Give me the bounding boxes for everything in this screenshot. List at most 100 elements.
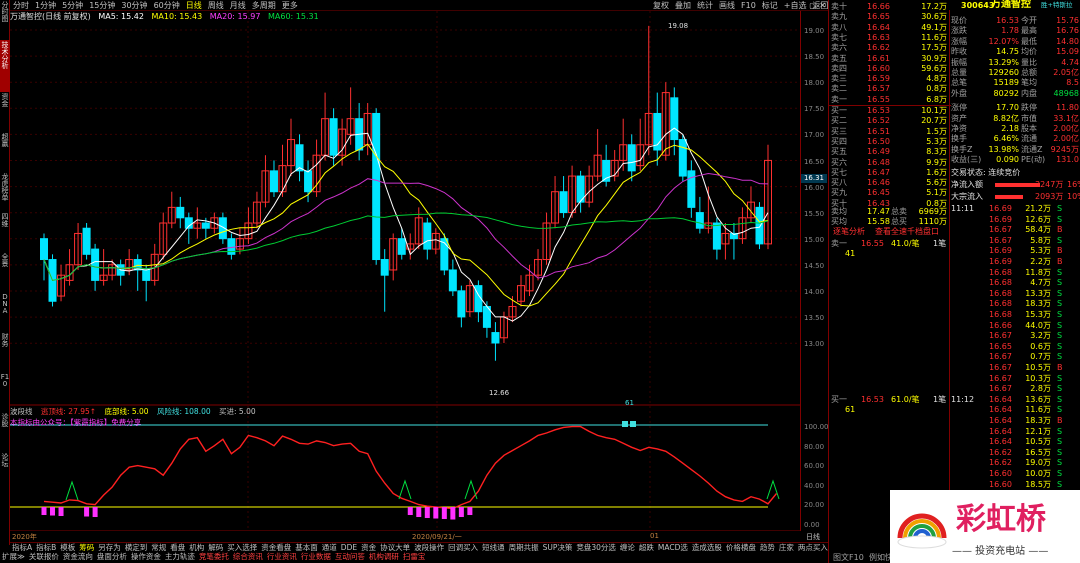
top-menu-5[interactable]: 标记	[759, 0, 781, 11]
indicator-tab-7[interactable]: 看盘	[168, 543, 187, 552]
period-tab-10[interactable]: 更多	[279, 0, 301, 11]
period-tab-6[interactable]: 日线	[183, 0, 205, 11]
left-tool-0[interactable]: 分时图	[0, 0, 10, 40]
indicator-tab-5[interactable]: 横定到	[123, 543, 150, 552]
left-tool-7[interactable]: DNA	[0, 292, 10, 332]
indicator-tab-8[interactable]: 机构	[187, 543, 206, 552]
ext-tab-9[interactable]: 行业数据	[299, 552, 333, 562]
stat-val2-13: 131.0	[1056, 155, 1079, 165]
period-tab-8[interactable]: 月线	[227, 0, 249, 11]
indicator-tab-15[interactable]: 资金	[359, 543, 378, 552]
left-tool-11[interactable]: 论坛	[0, 452, 10, 492]
period-tab-0[interactable]: 分时	[10, 0, 32, 11]
top-menu-0[interactable]: 复权	[650, 0, 672, 11]
indicator-tab-16[interactable]: 协议大单	[378, 543, 412, 552]
sell-label-5: 卖五	[831, 53, 847, 63]
indicator-tab-13[interactable]: 通道	[320, 543, 339, 552]
indicator-tab-26[interactable]: 造成选股	[690, 543, 724, 552]
candle-40	[380, 249, 389, 312]
indicator-tab-9[interactable]: 解码	[206, 543, 225, 552]
left-tool-4[interactable]: 龙虎榜单	[0, 172, 10, 212]
stat-val2-11: 2.00亿	[1053, 134, 1079, 144]
ext-tab-8[interactable]: 行业资讯	[265, 552, 299, 562]
left-tool-8[interactable]: 财务	[0, 332, 10, 372]
ext-tab-12[interactable]: 扫雷宝	[401, 552, 428, 562]
ext-tab-3[interactable]: 盘面分析	[95, 552, 129, 562]
ext-tab-5[interactable]: 主力轨迹	[163, 552, 197, 562]
left-tool-2[interactable]: 资金	[0, 92, 10, 132]
sell-one-sub: 41	[845, 249, 856, 258]
indicator-tab-28[interactable]: 趋势	[758, 543, 777, 552]
candle-53	[491, 322, 500, 361]
indicator-tab-30[interactable]: 两点买入	[796, 543, 828, 552]
tick-vol-8: 13.3万	[1025, 288, 1051, 298]
sell-label-3: 卖七	[831, 32, 847, 42]
tick-vol-4: 5.3万	[1030, 246, 1051, 256]
flow-bar-1	[995, 195, 1023, 199]
ext-tab-10[interactable]: 互动问答	[333, 552, 367, 562]
indicator-tab-14[interactable]: DDE	[339, 543, 359, 552]
stat-val2-0: 15.76	[1056, 16, 1079, 25]
tick-vol-20: 18.3万	[1025, 416, 1051, 425]
indicator-tab-19[interactable]: 短线通	[480, 543, 507, 552]
period-tab-3[interactable]: 15分钟	[86, 0, 118, 11]
indicator-tab-29[interactable]: 庄家	[777, 543, 796, 552]
tick-analysis-link[interactable]: 逐笔分析	[833, 227, 865, 237]
candle-33	[321, 92, 330, 161]
ext-tab-11[interactable]: 机构调研	[367, 552, 401, 562]
ext-tab-6[interactable]: 竞笔委托	[197, 552, 231, 562]
indicator-tab-21[interactable]: SUP决策	[541, 543, 575, 552]
low-bar-50	[467, 507, 473, 516]
tick-vol-14: 0.7万	[1030, 352, 1051, 362]
ext-tab-4[interactable]: 操作资金	[129, 552, 163, 562]
top-menu-1[interactable]: 叠加	[672, 0, 694, 11]
left-tool-10[interactable]: 诊股	[0, 412, 10, 452]
ext-tab-7[interactable]: 综合资讯	[231, 552, 265, 562]
indicator-tab-25[interactable]: MACD选	[656, 543, 690, 552]
period-tab-1[interactable]: 1分钟	[32, 0, 59, 11]
stat-label2-9: 市值	[1021, 113, 1037, 123]
depth-link[interactable]: 查看全速千档盘口	[875, 227, 939, 237]
indicator-tab-0[interactable]: 指标A	[10, 543, 34, 552]
period-tab-9[interactable]: 多周期	[249, 0, 279, 11]
left-tool-5[interactable]: 四维	[0, 212, 10, 252]
indicator-tab-2[interactable]: 模板	[58, 543, 77, 552]
tick-price-11: 16.66	[989, 320, 1012, 330]
top-menu-6[interactable]: +自选	[781, 0, 810, 11]
indicator-tab-24[interactable]: 超跌	[637, 543, 656, 552]
indicator-tab-22[interactable]: 竞盘30分选	[574, 543, 618, 552]
indicator-tab-11[interactable]: 资金看盘	[259, 543, 293, 552]
left-tool-9[interactable]: F10	[0, 372, 10, 412]
indicator-tab-12[interactable]: 基本面	[293, 543, 320, 552]
tick-price-3: 16.67	[989, 235, 1012, 245]
indicator-tab-4[interactable]: 另存为	[96, 543, 123, 552]
top-menu-3[interactable]: 画线	[716, 0, 738, 11]
indicator-tab-10[interactable]: 买入选择	[225, 543, 259, 552]
ext-tab-2[interactable]: 资金流向	[61, 552, 95, 562]
left-tool-1[interactable]: 技术分析	[0, 40, 10, 92]
period-tab-7[interactable]: 周线	[205, 0, 227, 11]
period-tab-2[interactable]: 5分钟	[59, 0, 86, 11]
indicator-tab-17[interactable]: 波段操作	[412, 543, 446, 552]
indicator-tab-20[interactable]: 周期共振	[507, 543, 541, 552]
indicator-tab-27[interactable]: 价格横盘	[724, 543, 758, 552]
tick-dir-4: B	[1057, 246, 1063, 256]
indicator-tab-18[interactable]: 回调买入	[446, 543, 480, 552]
left-tool-3[interactable]: 超赢	[0, 132, 10, 172]
top-menu-2[interactable]: 统计	[694, 0, 716, 11]
watermark-title: 彩虹桥	[956, 502, 1046, 537]
top-menu-4[interactable]: F10	[738, 0, 759, 11]
axis-period-button[interactable]: 日线	[806, 532, 820, 542]
left-tool-6[interactable]: 全景	[0, 252, 10, 292]
ext-tab-1[interactable]: 关联报价	[27, 552, 61, 562]
candlestick-chart[interactable]	[10, 11, 800, 531]
indicator-tab-3[interactable]: 筹码	[77, 543, 96, 552]
window-controls[interactable]: ▢ ✕	[809, 0, 826, 11]
period-tab-4[interactable]: 30分钟	[118, 0, 150, 11]
indicator-tab-1[interactable]: 指标B	[34, 543, 58, 552]
indicator-tab-6[interactable]: 常规	[149, 543, 168, 552]
indicator-tab-23[interactable]: 缠论	[618, 543, 637, 552]
ext-tab-0[interactable]: 扩展≫	[0, 552, 27, 562]
period-tab-5[interactable]: 60分钟	[151, 0, 183, 11]
sell-label-1: 卖九	[831, 12, 847, 22]
